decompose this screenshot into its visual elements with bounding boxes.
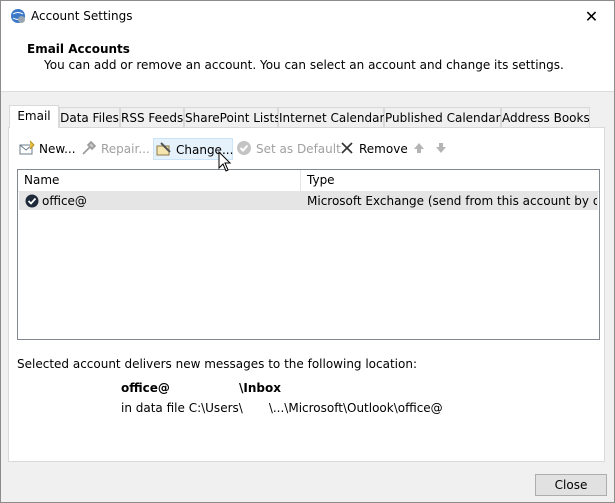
delivery-account: office@	[121, 381, 170, 395]
change-settings-icon	[156, 142, 171, 156]
move-up-button[interactable]	[411, 138, 431, 160]
title-bar: Account Settings ✕	[1, 1, 614, 33]
repair-button-label: Repair...	[101, 142, 150, 156]
data-file-path: \...\Microsoft\Outlook\office@	[268, 401, 443, 415]
set-default-button-label: Set as Default	[256, 142, 341, 156]
tab-address-books[interactable]: Address Books	[501, 107, 590, 127]
delivery-data-file: in data file C:\Users\ \...\Microsoft\Out…	[121, 401, 443, 415]
move-down-button[interactable]	[433, 138, 453, 160]
default-account-check-icon	[25, 194, 39, 208]
account-type-cell: Microsoft Exchange (send from this accou…	[307, 194, 597, 208]
remove-x-icon	[341, 142, 353, 154]
remove-button-label: Remove	[359, 142, 408, 156]
window-title: Account Settings	[31, 9, 133, 23]
column-header-type[interactable]: Type	[300, 170, 599, 191]
arrow-up-icon	[414, 143, 424, 153]
settings-globe-icon	[11, 9, 25, 23]
header-description: You can add or remove an account. You ca…	[44, 58, 564, 72]
header-title: Email Accounts	[27, 42, 130, 56]
table-row[interactable]: office@ Microsoft Exchange (send from th…	[19, 192, 598, 210]
tab-internet-calendars[interactable]: Internet Calendars	[278, 107, 391, 127]
close-button[interactable]: Close	[535, 474, 607, 496]
data-file-prefix: in data file C:\Users\	[121, 401, 243, 415]
delivery-folder: \Inbox	[239, 381, 281, 395]
accounts-list[interactable]: Name Type office@ Microsoft Exchange (se…	[17, 169, 600, 340]
account-name-cell: office@	[42, 194, 87, 208]
new-button[interactable]: New...	[19, 138, 76, 160]
new-button-label: New...	[39, 142, 76, 156]
arrow-down-icon	[436, 143, 446, 153]
delivery-location-intro: Selected account delivers new messages t…	[17, 357, 418, 371]
mouse-cursor-icon	[218, 151, 232, 172]
tab-published-calendars[interactable]: Published Calendars	[384, 107, 507, 127]
set-default-button[interactable]: Set as Default	[236, 138, 341, 160]
tab-rss-feeds[interactable]: RSS Feeds	[120, 107, 184, 127]
header-panel: Email Accounts You can add or remove an …	[1, 33, 614, 92]
column-header-name[interactable]: Name	[18, 170, 300, 191]
new-account-icon	[19, 140, 35, 155]
tab-email[interactable]: Email	[9, 105, 59, 128]
list-header: Name Type	[18, 170, 599, 192]
window-close-button[interactable]: ✕	[569, 1, 614, 32]
repair-button[interactable]: Repair...	[81, 138, 150, 160]
remove-button[interactable]: Remove	[339, 138, 408, 160]
account-settings-window: Account Settings ✕ Email Accounts You ca…	[0, 0, 615, 503]
tab-data-files[interactable]: Data Files	[59, 107, 120, 127]
tab-sharepoint-lists[interactable]: SharePoint Lists	[184, 107, 280, 127]
check-circle-icon	[237, 141, 251, 155]
repair-tools-icon	[82, 140, 97, 155]
